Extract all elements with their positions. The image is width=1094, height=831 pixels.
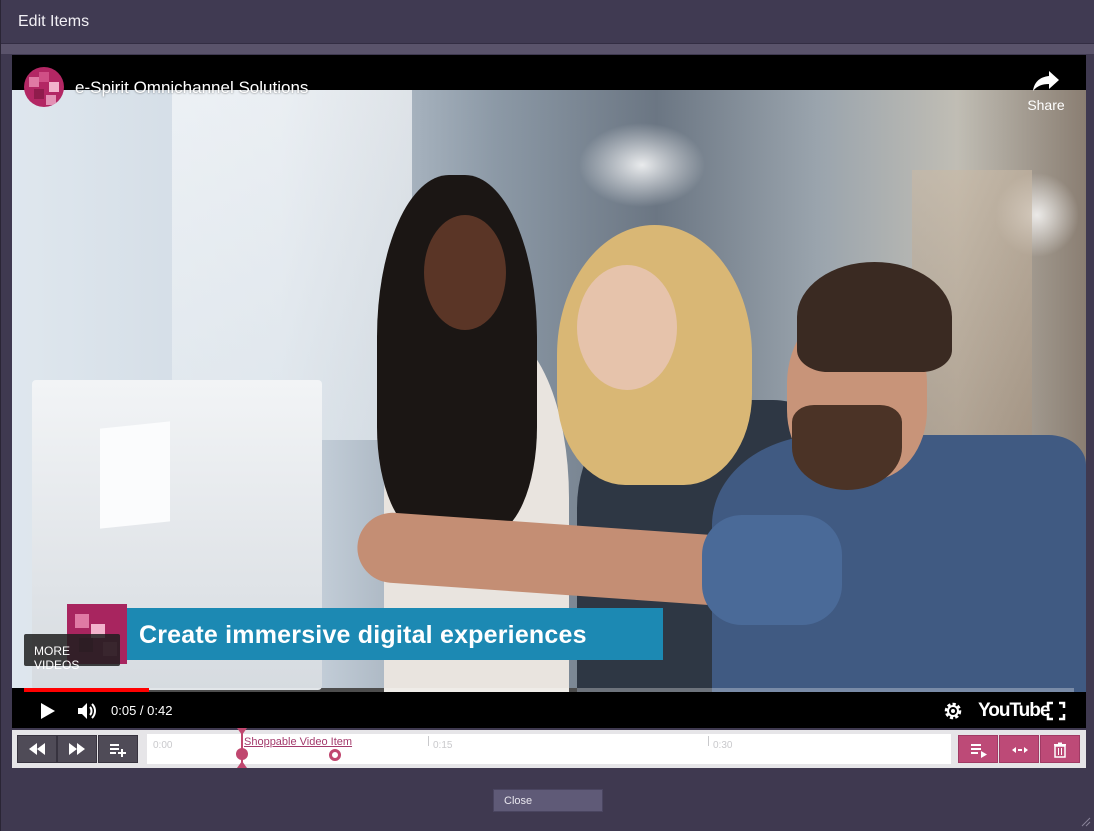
playhead-top-marker — [237, 728, 247, 735]
add-to-list-icon — [110, 744, 126, 757]
dialog-footer: Close — [1, 769, 1094, 831]
woman-center-face — [577, 265, 677, 390]
channel-title[interactable]: e-Spirit Omnichannel Solutions — [75, 78, 308, 98]
share-button[interactable]: Share — [1024, 67, 1068, 113]
youtube-player[interactable]: e-Spirit Omnichannel Solutions Share Cre… — [12, 55, 1086, 728]
tick-label: 0:30 — [713, 740, 733, 751]
playhead-bottom-marker — [237, 761, 247, 768]
share-label: Share — [1027, 97, 1065, 113]
tick-line — [428, 736, 429, 746]
fast-forward-button[interactable] — [57, 735, 97, 763]
rewind-icon — [29, 743, 45, 755]
rewind-button[interactable] — [17, 735, 57, 763]
item-start-handle[interactable] — [236, 748, 248, 760]
shirt-sleeve — [702, 515, 842, 625]
share-arrow-icon — [1033, 71, 1059, 91]
item-end-handle[interactable] — [329, 749, 341, 761]
man-right-beard — [792, 405, 902, 490]
video-frame[interactable] — [12, 90, 1086, 728]
player-controls: 0:05 / 0:42 YouTube — [12, 692, 1086, 728]
time-display: 0:05 / 0:42 — [111, 703, 173, 718]
dialog-body-band — [1, 44, 1094, 54]
dialog-title: Edit Items — [18, 13, 90, 30]
channel-avatar[interactable] — [24, 67, 64, 107]
edit-items-dialog: Edit Items e-Spirit Omnichannel Solution… — [0, 0, 1094, 831]
tick-label: 0:00 — [153, 740, 173, 751]
timeline-editor: 0:00 0:15 0:30 Shoppable Video Item — [12, 728, 1086, 768]
man-right-hair — [797, 262, 952, 372]
youtube-logo[interactable]: YouTube — [978, 700, 1050, 722]
settings-gear-icon[interactable] — [942, 700, 964, 722]
video-caption-banner: Create immersive digital experiences — [127, 608, 663, 660]
woman-left-face — [424, 215, 506, 330]
close-button[interactable]: Close — [493, 789, 603, 812]
tick-label: 0:15 — [433, 740, 453, 751]
delete-item-button[interactable] — [1040, 735, 1080, 763]
expand-horizontal-icon — [1012, 747, 1028, 753]
expand-item-button[interactable] — [999, 735, 1039, 763]
more-videos-button[interactable]: MORE VIDEOS — [24, 634, 120, 672]
trash-icon — [1054, 742, 1066, 758]
fast-forward-icon — [69, 743, 85, 755]
tick-line — [708, 736, 709, 746]
play-icon[interactable] — [36, 700, 58, 722]
play-item-button[interactable] — [958, 735, 998, 763]
fullscreen-icon[interactable] — [1045, 700, 1067, 722]
playlist-play-icon — [971, 744, 987, 758]
shoppable-video-item-link[interactable]: Shoppable Video Item — [244, 736, 352, 748]
monitor-screen — [100, 421, 170, 529]
resize-grip-icon[interactable] — [1081, 817, 1091, 827]
add-item-button[interactable] — [98, 735, 138, 763]
volume-icon[interactable] — [76, 700, 98, 722]
dialog-titlebar: Edit Items — [1, 0, 1094, 44]
